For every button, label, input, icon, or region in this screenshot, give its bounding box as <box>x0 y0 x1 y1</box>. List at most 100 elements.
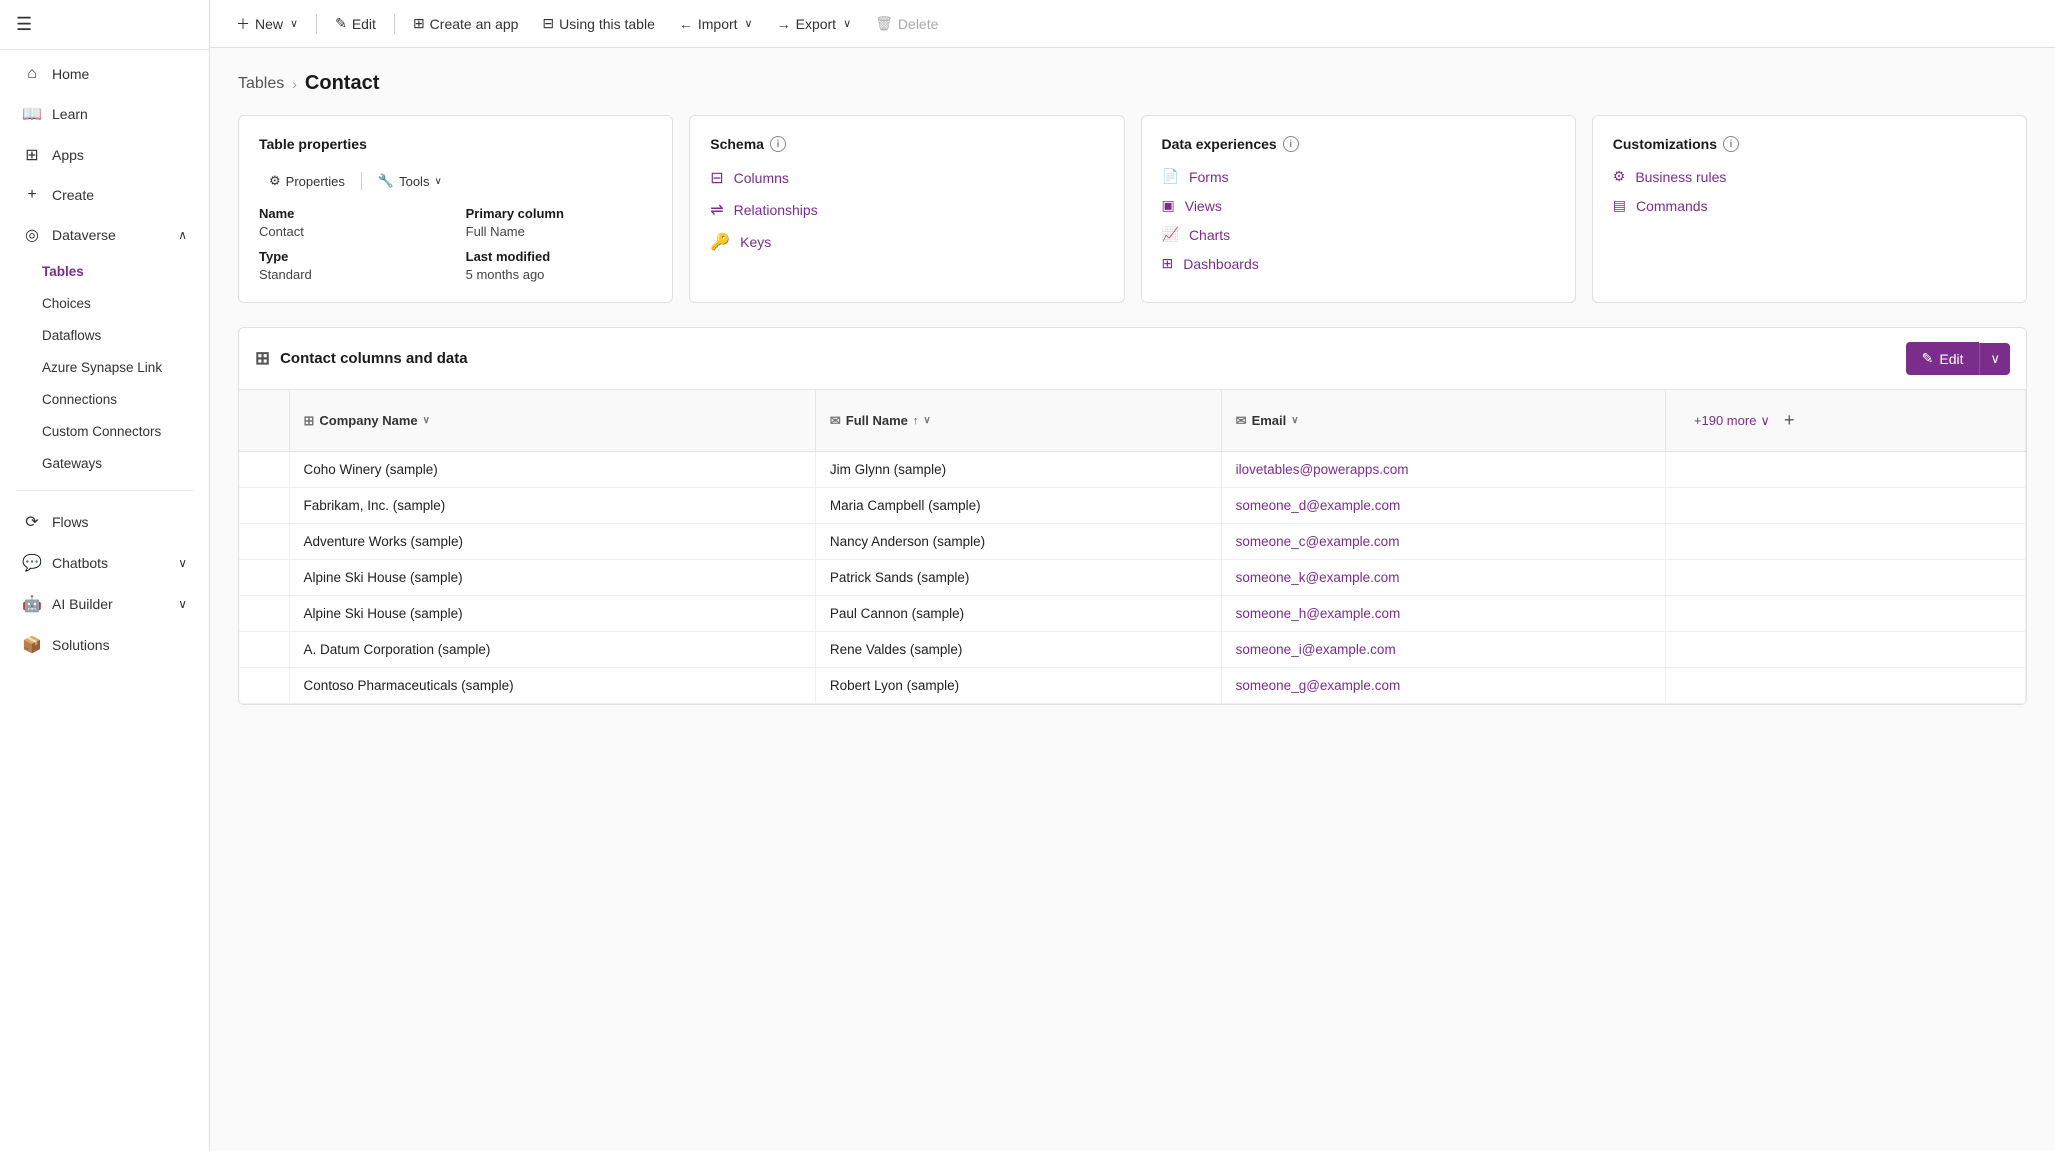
row-email-cell: someone_g@example.com <box>1221 668 1665 704</box>
breadcrumb: Tables › Contact <box>238 72 2027 95</box>
sidebar-item-gateways[interactable]: Gateways <box>6 448 203 479</box>
table-row[interactable]: Coho Winery (sample)Jim Glynn (sample)il… <box>239 452 2026 488</box>
properties-button[interactable]: ⚙ Properties <box>259 168 355 194</box>
row-checkbox-cell <box>239 668 289 704</box>
sidebar-item-label: Create <box>52 187 94 203</box>
table-row[interactable]: Fabrikam, Inc. (sample)Maria Campbell (s… <box>239 488 2026 524</box>
tools-button[interactable]: 🔧 Tools ∨ <box>368 168 452 194</box>
info-icon[interactable]: i <box>770 136 786 152</box>
chevron-down-icon: ∨ <box>1760 413 1770 429</box>
sidebar-item-dataverse[interactable]: ◎ Dataverse ∧ <box>6 215 203 255</box>
custom-links: ⚙ Business rules ▤ Commands <box>1613 168 2006 214</box>
name-prop: Name Contact <box>259 206 446 239</box>
gateways-label: Gateways <box>42 456 102 471</box>
sidebar-item-custom-connectors[interactable]: Custom Connectors <box>6 416 203 447</box>
using-table-button[interactable]: ⊟ Using this table <box>532 9 664 38</box>
business-rules-link[interactable]: ⚙ Business rules <box>1613 168 2006 185</box>
email-col-icon: ✉ <box>830 413 841 429</box>
schema-card: Schema i ⊟ Columns ⇌ Relationships 🔑 Key… <box>689 115 1124 303</box>
apps-icon: ⊞ <box>22 145 42 165</box>
business-rules-icon: ⚙ <box>1613 168 1626 185</box>
relationships-link[interactable]: ⇌ Relationships <box>710 200 1103 220</box>
table-row[interactable]: Alpine Ski House (sample)Paul Cannon (sa… <box>239 596 2026 632</box>
import-icon: ← <box>679 16 693 32</box>
row-email-cell: someone_h@example.com <box>1221 596 1665 632</box>
sidebar-item-flows[interactable]: ⟳ Flows <box>6 502 203 542</box>
dashboards-link[interactable]: ⊞ Dashboards <box>1162 255 1555 272</box>
sidebar-item-dataflows[interactable]: Dataflows <box>6 320 203 351</box>
table-header-row: ⊞ Company Name ∨ ✉ Full Name ↑ ∨ <box>239 390 2026 452</box>
sidebar-item-chatbots[interactable]: 💬 Chatbots ∨ <box>6 543 203 583</box>
new-button[interactable]: ＋ New ∨ <box>226 8 308 40</box>
data-section: ⊞ Contact columns and data ✎ Edit ∨ <box>238 327 2027 705</box>
forms-link[interactable]: 📄 Forms <box>1162 168 1555 185</box>
schema-links: ⊟ Columns ⇌ Relationships 🔑 Keys <box>710 168 1103 252</box>
sidebar-item-azure-synapse[interactable]: Azure Synapse Link <box>6 352 203 383</box>
breadcrumb-parent[interactable]: Tables <box>238 75 284 93</box>
learn-icon: 📖 <box>22 104 42 124</box>
email-icon: ✉ <box>1236 413 1247 429</box>
row-extra-cell <box>1665 452 2025 488</box>
hamburger-icon[interactable]: ☰ <box>16 14 32 34</box>
row-fullname-cell: Maria Campbell (sample) <box>815 488 1221 524</box>
flows-icon: ⟳ <box>22 512 42 532</box>
row-checkbox-cell <box>239 560 289 596</box>
table-row[interactable]: A. Datum Corporation (sample)Rene Valdes… <box>239 632 2026 668</box>
edit-button[interactable]: ✎ Edit <box>325 9 386 38</box>
th-full-name[interactable]: ✉ Full Name ↑ ∨ <box>815 390 1221 452</box>
content-area: Tables › Contact Table properties ⚙ Prop… <box>210 48 2055 1151</box>
views-link[interactable]: ▣ Views <box>1162 197 1555 214</box>
import-button[interactable]: ← Import ∨ <box>669 10 763 38</box>
sidebar-item-choices[interactable]: Choices <box>6 288 203 319</box>
sidebar-item-label: AI Builder <box>52 596 113 612</box>
more-columns-button[interactable]: +190 more ∨ <box>1694 413 1770 429</box>
columns-link[interactable]: ⊟ Columns <box>710 168 1103 188</box>
row-company-cell: Adventure Works (sample) <box>289 524 815 560</box>
info-icon[interactable]: i <box>1283 136 1299 152</box>
sidebar-item-home[interactable]: ⌂ Home <box>6 55 203 93</box>
th-email[interactable]: ✉ Email ∨ <box>1221 390 1665 452</box>
home-icon: ⌂ <box>22 65 42 83</box>
charts-link[interactable]: 📈 Charts <box>1162 226 1555 243</box>
keys-link[interactable]: 🔑 Keys <box>710 232 1103 252</box>
row-email-cell: ilovetables@powerapps.com <box>1221 452 1665 488</box>
sidebar-item-learn[interactable]: 📖 Learn <box>6 94 203 134</box>
edit-dropdown-button[interactable]: ∨ <box>1979 343 2010 375</box>
sidebar-item-tables[interactable]: Tables <box>6 256 203 287</box>
edit-pencil-icon: ✎ <box>1922 350 1934 367</box>
type-prop: Type Standard <box>259 249 446 282</box>
create-app-button[interactable]: ⊞ Create an app <box>403 9 528 38</box>
delete-button[interactable]: 🗑 Delete <box>865 9 948 38</box>
sidebar-item-create[interactable]: + Create <box>6 176 203 214</box>
sidebar-item-apps[interactable]: ⊞ Apps <box>6 135 203 175</box>
sidebar-item-ai-builder[interactable]: 🤖 AI Builder ∨ <box>6 584 203 624</box>
sort-chevron-icon: ∨ <box>923 415 930 426</box>
last-modified-prop: Last modified 5 months ago <box>466 249 653 282</box>
data-edit-button[interactable]: ✎ Edit <box>1906 342 1980 375</box>
th-more-columns[interactable]: +190 more ∨ + <box>1665 390 2025 452</box>
table-row[interactable]: Alpine Ski House (sample)Patrick Sands (… <box>239 560 2026 596</box>
add-column-button[interactable]: + <box>1778 410 1801 431</box>
sidebar-item-connections[interactable]: Connections <box>6 384 203 415</box>
solutions-icon: 📦 <box>22 635 42 655</box>
custom-connectors-label: Custom Connectors <box>42 424 161 439</box>
edit-btn-group: ✎ Edit ∨ <box>1906 342 2010 375</box>
chatbots-icon: 💬 <box>22 553 42 573</box>
sidebar-item-solutions[interactable]: 📦 Solutions <box>6 625 203 665</box>
sidebar-item-label: Home <box>52 66 89 82</box>
data-experiences-card-title: Data experiences i <box>1162 136 1555 152</box>
table-row[interactable]: Adventure Works (sample)Nancy Anderson (… <box>239 524 2026 560</box>
row-checkbox-cell <box>239 632 289 668</box>
sort-chevron-icon: ∨ <box>423 415 430 426</box>
azure-synapse-label: Azure Synapse Link <box>42 360 162 375</box>
row-checkbox-cell <box>239 488 289 524</box>
info-icon[interactable]: i <box>1723 136 1739 152</box>
sidebar-main-nav: ⌂ Home 📖 Learn ⊞ Apps + Create ◎ Dataver… <box>0 50 209 484</box>
export-button[interactable]: → Export ∨ <box>767 10 862 38</box>
customizations-card: Customizations i ⚙ Business rules ▤ Comm… <box>1592 115 2027 303</box>
commands-link[interactable]: ▤ Commands <box>1613 197 2006 214</box>
th-company-name[interactable]: ⊞ Company Name ∨ <box>289 390 815 452</box>
table-row[interactable]: Contoso Pharmaceuticals (sample)Robert L… <box>239 668 2026 704</box>
plus-icon: ＋ <box>236 14 250 34</box>
chevron-down-icon: ∨ <box>843 17 851 30</box>
